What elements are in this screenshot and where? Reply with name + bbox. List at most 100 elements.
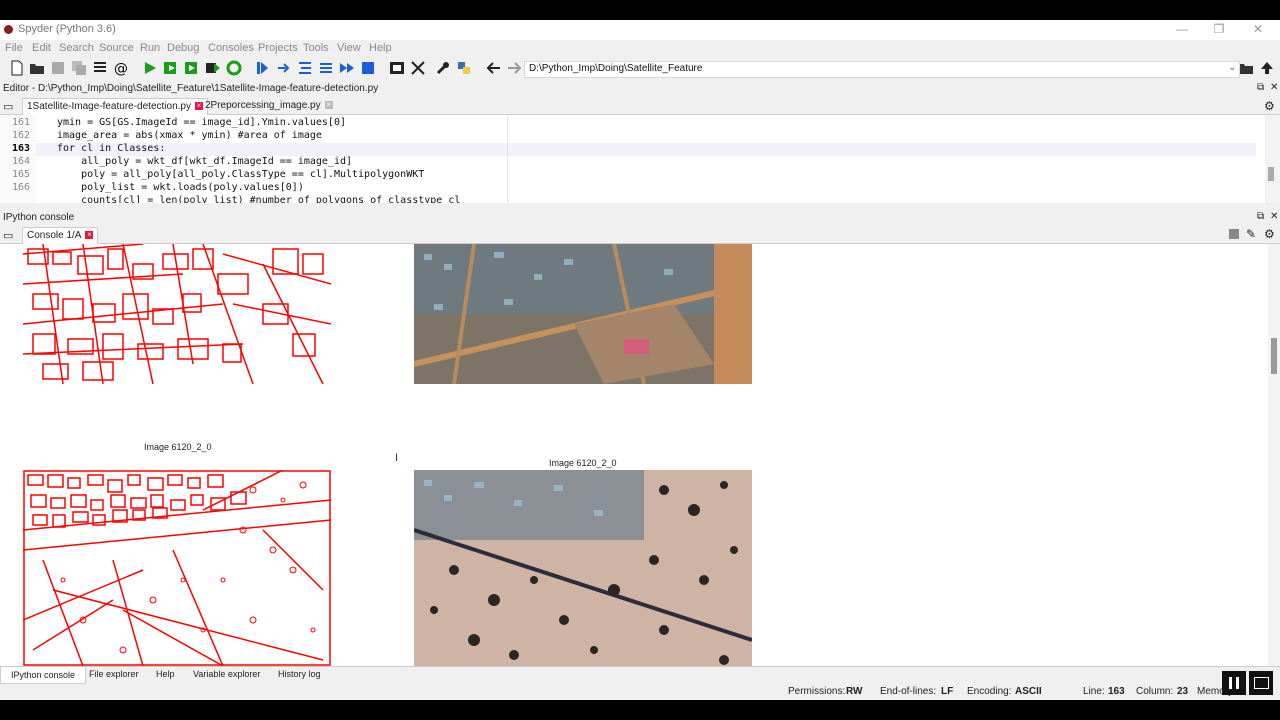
at-icon[interactable]: @ xyxy=(113,60,129,76)
step-icon[interactable] xyxy=(276,60,292,76)
current-line-highlight xyxy=(36,143,1256,156)
picture-in-picture-button[interactable] xyxy=(1249,671,1273,695)
plot-title-left: Image 6120_2_0 xyxy=(144,442,212,452)
code-editor[interactable]: 161 ymin = GS[GS.ImageId == image_id].Ym… xyxy=(0,115,1265,203)
open-file-icon[interactable] xyxy=(29,60,45,76)
tab-variable-explorer[interactable]: Variable explorer xyxy=(193,669,260,679)
scroll-thumb[interactable] xyxy=(1268,167,1274,181)
stop-icon[interactable] xyxy=(360,60,376,76)
menu-source[interactable]: Source xyxy=(99,42,134,54)
edge-line xyxy=(507,115,508,203)
menu-file[interactable]: File xyxy=(5,42,23,54)
stop-kernel-icon[interactable] xyxy=(1229,229,1239,239)
menu-help[interactable]: Help xyxy=(369,42,392,54)
pause-icon xyxy=(1236,677,1239,689)
picture-icon xyxy=(1254,677,1269,689)
restore-icon[interactable]: ❐ xyxy=(1212,22,1226,36)
preferences-wrench-icon[interactable] xyxy=(435,60,451,76)
forward-arrow-icon[interactable] xyxy=(506,60,522,76)
column-value: 23 xyxy=(1177,686,1189,697)
browse-tabs-icon[interactable]: ▭ xyxy=(3,100,13,113)
menu-search[interactable]: Search xyxy=(59,42,94,54)
minimize-icon[interactable]: — xyxy=(1175,22,1189,36)
step-into-icon[interactable] xyxy=(297,60,313,76)
close-icon[interactable]: ✕ xyxy=(1251,22,1265,36)
tab-label: 2Preporcessing_image.py xyxy=(205,100,321,111)
list-icon[interactable] xyxy=(92,60,108,76)
menu-projects[interactable]: Projects xyxy=(258,42,298,54)
run-cell-advance-icon[interactable] xyxy=(184,60,200,76)
scroll-thumb[interactable] xyxy=(1271,338,1277,374)
console-scrollbar[interactable] xyxy=(1268,244,1280,666)
close-tab-icon[interactable]: × xyxy=(324,101,333,110)
tab-file-explorer[interactable]: File explorer xyxy=(89,669,139,679)
console-output[interactable]: Image 6120_2_0 Image 6120_2_0 I xyxy=(0,244,1268,666)
close-tab-icon[interactable]: × xyxy=(85,231,94,240)
mask-plot-top xyxy=(23,244,331,384)
menu-view[interactable]: View xyxy=(337,42,361,54)
console-pane-header: IPython console ⧉ ✕ xyxy=(0,211,1280,225)
line-number: 166 xyxy=(11,182,30,193)
browse-folder-icon[interactable] xyxy=(1238,60,1254,76)
text-cursor-icon: I xyxy=(395,452,399,464)
close-pane-icon[interactable]: ✕ xyxy=(1270,82,1278,93)
line-number: 164 xyxy=(11,156,30,167)
close-pane-icon[interactable]: ✕ xyxy=(1270,211,1278,222)
menu-tools[interactable]: Tools xyxy=(303,42,329,54)
code-line: image_area = abs(xmax * ymin) #area of i… xyxy=(57,130,322,141)
rerun-icon[interactable] xyxy=(226,60,242,76)
eol-value: LF xyxy=(941,686,954,697)
editor-scrollbar[interactable] xyxy=(1265,115,1280,203)
undock-icon[interactable]: ⧉ xyxy=(1257,82,1264,93)
tab-ipython-console[interactable]: IPython console xyxy=(0,667,87,684)
run-selection-icon[interactable] xyxy=(205,60,221,76)
code-line: poly_list = wkt.loads(poly.values[0]) xyxy=(57,182,304,193)
parent-dir-arrow-icon[interactable] xyxy=(1259,60,1275,76)
back-arrow-icon[interactable] xyxy=(486,60,502,76)
working-directory-input[interactable]: D:\Python_Imp\Doing\Satellite_Feature ⌄ xyxy=(524,61,1240,78)
title-bar: Spyder (Python 3.6) — ❐ ✕ xyxy=(0,20,1280,40)
step-return-icon[interactable] xyxy=(318,60,334,76)
run-icon[interactable] xyxy=(142,60,158,76)
python-path-icon[interactable] xyxy=(456,60,472,76)
browse-tabs-icon[interactable]: ▭ xyxy=(3,229,13,242)
gear-icon[interactable]: ⚙ xyxy=(1264,99,1275,113)
editor-pane-header: Editor - D:\Python_Imp\Doing\Satellite_F… xyxy=(0,82,1280,96)
tab-label: Console 1/A xyxy=(27,230,82,241)
menu-debug[interactable]: Debug xyxy=(167,42,199,54)
save-icon[interactable] xyxy=(50,60,66,76)
status-bar: Permissions: RW End-of-lines: LF Encodin… xyxy=(0,684,1280,700)
gear-icon[interactable]: ⚙ xyxy=(1264,227,1275,241)
tab-console-1a[interactable]: Console 1/A × xyxy=(22,227,99,244)
maximize-pane-icon[interactable] xyxy=(389,60,405,76)
pause-button[interactable] xyxy=(1222,671,1246,695)
editor-tabbar: ▭ 1Satellite-Image-feature-detection.py ×… xyxy=(0,98,1280,115)
svg-text:@: @ xyxy=(114,61,128,76)
menu-run[interactable]: Run xyxy=(140,42,160,54)
plot-title-right: Image 6120_2_0 xyxy=(549,458,617,468)
chevron-down-icon[interactable]: ⌄ xyxy=(1228,62,1236,73)
fullscreen-icon[interactable] xyxy=(410,60,426,76)
satellite-image-bottom xyxy=(414,470,752,666)
tab-help[interactable]: Help xyxy=(156,669,175,679)
tab-satellite-feature-detection[interactable]: 1Satellite-Image-feature-detection.py × xyxy=(22,98,208,115)
debug-icon[interactable] xyxy=(254,60,270,76)
tab-history-log[interactable]: History log xyxy=(278,669,321,679)
permissions-value: RW xyxy=(846,686,863,697)
undock-icon[interactable]: ⧉ xyxy=(1257,211,1264,222)
encoding-label: Encoding: xyxy=(967,686,1012,697)
spyder-logo-icon xyxy=(4,25,13,34)
run-cell-icon[interactable] xyxy=(163,60,179,76)
menu-edit[interactable]: Edit xyxy=(32,42,51,54)
continue-icon[interactable] xyxy=(339,60,355,76)
tab-preprocessing-image[interactable]: 2Preporcessing_image.py × xyxy=(201,98,337,114)
new-file-icon[interactable] xyxy=(9,60,25,76)
save-all-icon[interactable] xyxy=(71,60,87,76)
code-line: poly = all_poly[all_poly.ClassType == cl… xyxy=(57,169,425,180)
menu-consoles[interactable]: Consoles xyxy=(208,42,254,54)
satellite-image-top xyxy=(414,244,752,384)
code-line: counts[cl] = len(poly_list) #number of p… xyxy=(57,195,461,203)
tab-label: 1Satellite-Image-feature-detection.py xyxy=(27,101,191,112)
working-directory-value: D:\Python_Imp\Doing\Satellite_Feature xyxy=(529,63,703,74)
eraser-icon[interactable]: ✎ xyxy=(1246,227,1256,241)
